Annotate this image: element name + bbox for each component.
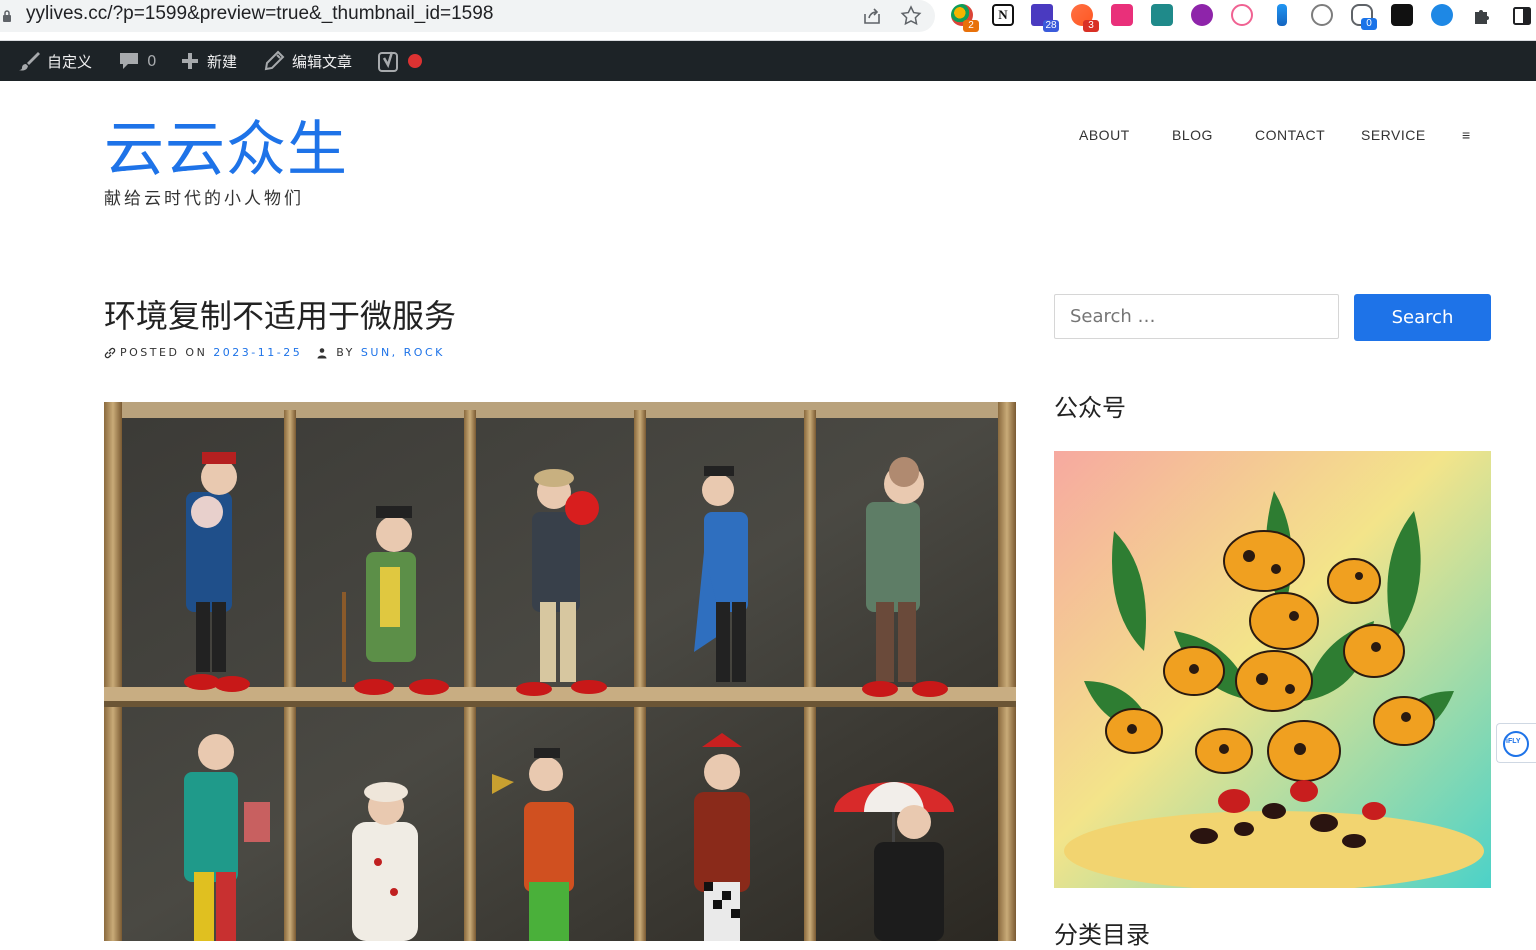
post-meta: POSTED ON 2023-11-25 BY SUN, ROCK <box>104 346 445 359</box>
nav-item-service[interactable]: SERVICE <box>1361 127 1426 143</box>
extension-badge: 28 <box>1043 20 1059 32</box>
edit-post-label: 编辑文章 <box>292 52 353 71</box>
post-date-link[interactable]: 2023-11-25 <box>213 346 302 359</box>
share-icon[interactable] <box>860 4 884 28</box>
by-label: BY <box>336 346 355 359</box>
extension-3-icon[interactable]: 28 <box>1031 4 1059 32</box>
comment-icon <box>120 53 138 69</box>
menu-toggle-icon[interactable]: ≡ <box>1462 127 1471 143</box>
search-button[interactable]: Search <box>1354 294 1491 341</box>
paintbrush-icon <box>19 52 40 71</box>
widget-title-categories: 分类目录 <box>1054 921 1150 949</box>
post-title: 环境复制不适用于微服务 <box>104 297 457 335</box>
posted-on-label: POSTED ON <box>120 346 208 359</box>
search-input[interactable] <box>1054 294 1339 339</box>
featured-image <box>104 402 1016 941</box>
author-icon <box>317 347 327 358</box>
customize-link[interactable]: 自定义 <box>18 41 92 81</box>
lock-icon <box>3 10 11 22</box>
pencil-icon <box>264 50 285 71</box>
extension-5-icon[interactable] <box>1111 4 1133 26</box>
extension-8-icon[interactable] <box>1231 4 1253 26</box>
star-icon[interactable] <box>899 4 923 28</box>
wechat-qr-artwork <box>1054 451 1491 888</box>
extension-badge: 2 <box>963 20 979 32</box>
site-title[interactable]: 云云众生 <box>104 112 348 188</box>
url-text[interactable]: yylives.cc/?p=1599&preview=true&_thumbna… <box>26 3 493 25</box>
nav-item-contact[interactable]: CONTACT <box>1255 127 1325 143</box>
edit-post-link[interactable]: 编辑文章 <box>263 41 352 81</box>
side-panel-icon[interactable] <box>1510 4 1534 28</box>
extension-4-icon[interactable]: 3 <box>1071 4 1099 32</box>
seo-status-dot-icon <box>408 54 422 68</box>
clown-figurines-shelf-illustration <box>104 402 1016 941</box>
browser-toolbar: yylives.cc/?p=1599&preview=true&_thumbna… <box>0 0 1536 41</box>
link-icon <box>104 347 116 358</box>
nav-item-blog[interactable]: BLOG <box>1172 127 1213 143</box>
extension-11-icon[interactable]: 0 <box>1351 4 1377 30</box>
post-author-link[interactable]: SUN, ROCK <box>361 346 445 359</box>
extension-6-icon[interactable] <box>1151 4 1173 26</box>
widget-title-wechat: 公众号 <box>1054 394 1126 422</box>
extensions-puzzle-icon[interactable] <box>1470 4 1494 28</box>
extension-13-icon[interactable] <box>1431 4 1453 26</box>
extension-1-icon[interactable]: 2 <box>951 4 979 32</box>
yoast-seo-menu[interactable] <box>378 41 423 81</box>
openai-icon[interactable] <box>1311 4 1333 26</box>
ifly-floating-button[interactable]: iFLY <box>1496 723 1536 763</box>
plus-icon <box>182 53 198 69</box>
address-bar[interactable]: yylives.cc/?p=1599&preview=true&_thumbna… <box>0 0 935 32</box>
extension-9-icon[interactable] <box>1277 4 1287 26</box>
extension-badge: 0 <box>1361 18 1377 30</box>
yoast-icon <box>378 51 398 72</box>
ladybug-ants-illustration <box>1054 451 1491 888</box>
new-label: 新建 <box>207 52 238 71</box>
comments-count: 0 <box>147 52 157 70</box>
notion-icon[interactable]: N <box>992 4 1014 26</box>
ifly-label: iFLY <box>1506 738 1521 745</box>
extension-7-icon[interactable] <box>1191 4 1213 26</box>
wp-admin-bar: 自定义 0 新建 编辑文章 <box>0 41 1536 81</box>
comments-link[interactable]: 0 <box>118 41 157 81</box>
extension-badge: 3 <box>1083 20 1099 32</box>
new-content-link[interactable]: 新建 <box>180 41 237 81</box>
extension-12-icon[interactable] <box>1391 4 1413 26</box>
site-description: 献给云时代的小人物们 <box>104 189 304 209</box>
nav-item-about[interactable]: ABOUT <box>1079 127 1130 143</box>
customize-label: 自定义 <box>47 52 93 71</box>
